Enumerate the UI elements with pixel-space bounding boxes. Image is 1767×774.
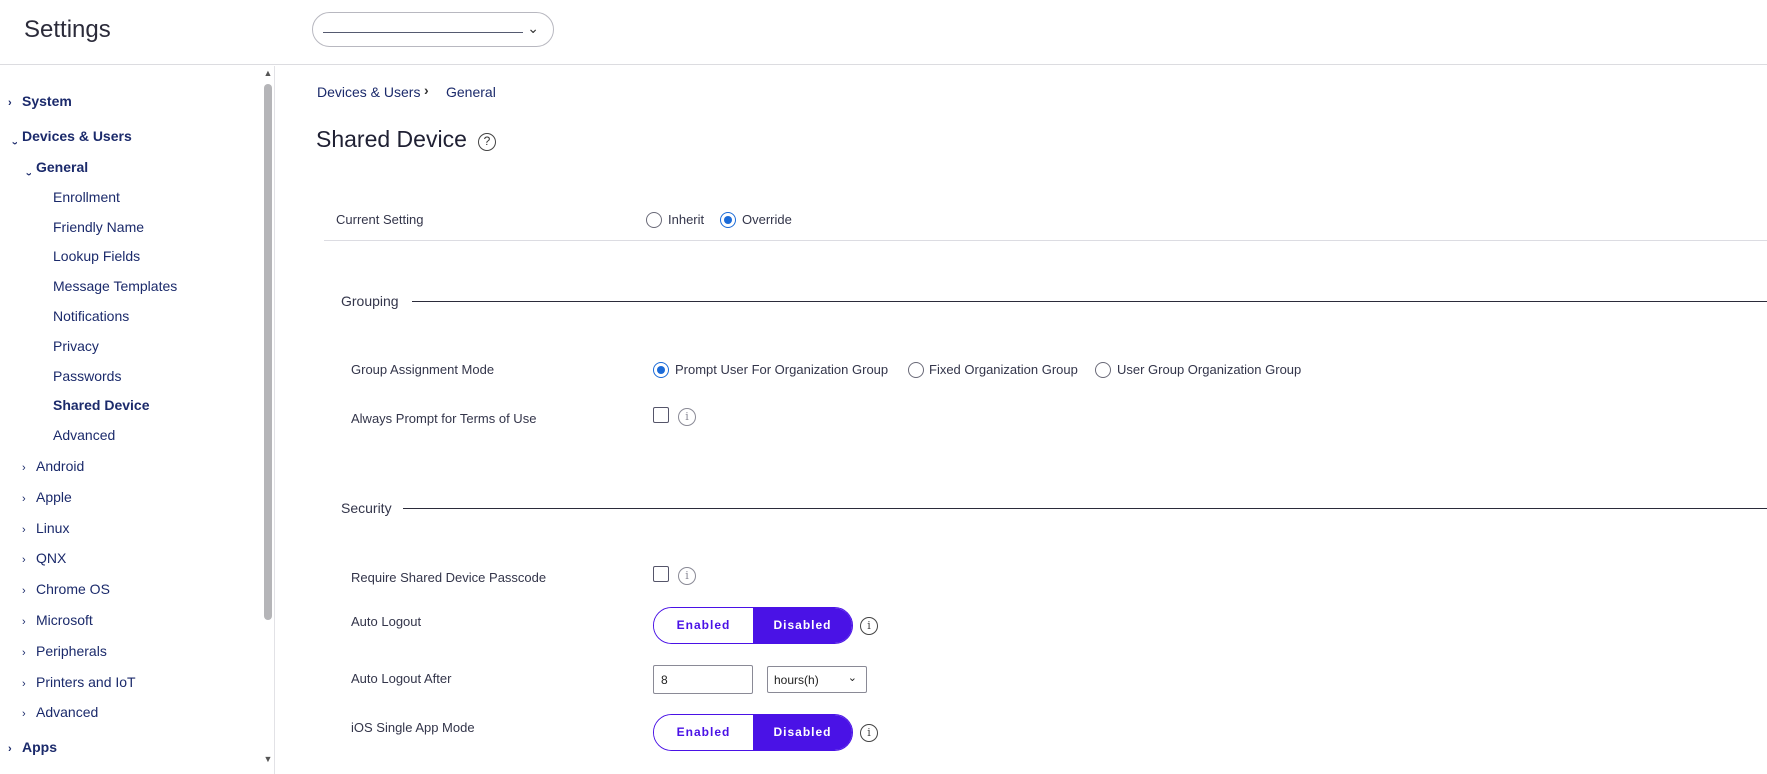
sidebar-item-devices-users[interactable]: ‹Devices & Users	[8, 128, 132, 145]
section-title-grouping: Grouping	[341, 293, 399, 309]
sidebar-item-lookup-fields[interactable]: Lookup Fields	[53, 248, 140, 264]
chevron-right-icon: ›	[22, 585, 26, 597]
chevron-down-icon: ‹	[23, 172, 35, 176]
page-title: Shared Device	[316, 126, 467, 152]
radio-fixed-org-group-label[interactable]: Fixed Organization Group	[929, 362, 1078, 377]
sidebar-item-advanced-group[interactable]: › Advanced	[22, 704, 98, 720]
chevron-right-icon: ›	[22, 524, 26, 536]
section-divider	[403, 508, 1767, 509]
scrollbar-thumb[interactable]	[264, 84, 272, 620]
radio-inherit[interactable]	[646, 212, 662, 228]
sidebar-item-printers-iot[interactable]: › Printers and IoT	[22, 674, 136, 690]
sidebar-item-privacy[interactable]: Privacy	[53, 338, 99, 354]
info-icon[interactable]: i	[860, 617, 878, 635]
sidebar-scrollbar[interactable]: ▲ ▼	[262, 66, 274, 774]
chevron-right-icon: ›	[22, 708, 26, 720]
require-passcode-checkbox[interactable]	[653, 566, 669, 582]
auto-logout-label: Auto Logout	[351, 614, 422, 629]
sidebar-item-peripherals[interactable]: › Peripherals	[22, 643, 107, 659]
sidebar-item-general[interactable]: ‹General	[22, 159, 88, 176]
radio-fixed-org-group[interactable]	[908, 362, 924, 378]
info-icon[interactable]: i	[678, 567, 696, 585]
sidebar-item-system[interactable]: › System	[8, 93, 72, 109]
sidebar-item-qnx[interactable]: › QNX	[22, 550, 66, 566]
always-prompt-terms-checkbox[interactable]	[653, 407, 669, 423]
chevron-right-icon: ›	[22, 647, 26, 659]
chevron-right-icon: ›	[8, 97, 12, 109]
ios-single-app-enabled-option[interactable]: Enabled	[654, 715, 753, 750]
chevron-down-icon: ‹	[9, 141, 21, 145]
sidebar-item-notifications[interactable]: Notifications	[53, 308, 129, 324]
chevron-down-icon: ⌄	[527, 20, 539, 36]
info-icon[interactable]: i	[860, 724, 878, 742]
ios-single-app-disabled-option[interactable]: Disabled	[753, 715, 852, 750]
auto-logout-enabled-option[interactable]: Enabled	[654, 608, 753, 643]
breadcrumb-devices-users[interactable]: Devices & Users	[317, 84, 420, 100]
radio-prompt-user-org-group[interactable]	[653, 362, 669, 378]
settings-sidebar: › System ‹Devices & Users ‹General Enroll…	[0, 66, 275, 774]
sidebar-item-microsoft[interactable]: › Microsoft	[22, 612, 93, 628]
chevron-right-icon: ›	[8, 743, 12, 755]
radio-user-group-org-group-label[interactable]: User Group Organization Group	[1117, 362, 1301, 377]
sidebar-item-advanced[interactable]: Advanced	[53, 427, 115, 443]
help-icon[interactable]: ?	[478, 133, 496, 151]
info-icon[interactable]: i	[678, 408, 696, 426]
divider	[324, 240, 1767, 241]
chevron-down-icon: ⌄	[847, 672, 857, 684]
sidebar-item-android[interactable]: › Android	[22, 458, 84, 474]
ios-single-app-mode-label: iOS Single App Mode	[351, 720, 475, 735]
radio-prompt-user-org-group-label[interactable]: Prompt User For Organization Group	[675, 362, 888, 377]
sidebar-item-shared-device[interactable]: Shared Device	[53, 397, 150, 413]
radio-inherit-label[interactable]: Inherit	[668, 212, 704, 227]
always-prompt-terms-label: Always Prompt for Terms of Use	[351, 411, 537, 426]
app-title: Settings	[24, 16, 111, 43]
chevron-right-icon: ›	[22, 554, 26, 566]
sidebar-item-friendly-name[interactable]: Friendly Name	[53, 219, 144, 235]
breadcrumb-general[interactable]: General	[446, 84, 496, 100]
current-setting-label: Current Setting	[336, 212, 424, 227]
top-header: Settings ⌄	[0, 0, 1767, 65]
radio-override[interactable]	[720, 212, 736, 228]
scroll-up-arrow-icon[interactable]: ▲	[262, 68, 274, 78]
chevron-right-icon: ›	[22, 678, 26, 690]
chevron-right-icon: ›	[22, 493, 26, 505]
section-divider	[412, 301, 1767, 302]
radio-user-group-org-group[interactable]	[1095, 362, 1111, 378]
sidebar-item-apps[interactable]: › Apps	[8, 739, 57, 755]
auto-logout-unit-value: hours(h)	[774, 673, 819, 687]
chevron-right-icon: ›	[22, 462, 26, 474]
organization-group-selector[interactable]: ⌄	[312, 12, 554, 47]
section-title-security: Security	[341, 500, 392, 516]
sidebar-item-message-templates[interactable]: Message Templates	[53, 278, 177, 294]
radio-override-label[interactable]: Override	[742, 212, 792, 227]
sidebar-item-linux[interactable]: › Linux	[22, 520, 69, 536]
main-content: Devices & Users › General Shared Device …	[276, 66, 1767, 774]
auto-logout-toggle[interactable]: Enabled Disabled	[653, 607, 853, 644]
scroll-down-arrow-icon[interactable]: ▼	[262, 754, 274, 764]
sidebar-item-passwords[interactable]: Passwords	[53, 368, 121, 384]
auto-logout-after-label: Auto Logout After	[351, 671, 452, 686]
breadcrumb-separator-icon: ›	[424, 82, 429, 98]
sidebar-item-apple[interactable]: › Apple	[22, 489, 72, 505]
org-selector-value	[323, 32, 523, 33]
require-passcode-label: Require Shared Device Passcode	[351, 570, 547, 585]
sidebar-item-chrome-os[interactable]: › Chrome OS	[22, 581, 110, 597]
group-assignment-mode-label: Group Assignment Mode	[351, 362, 495, 377]
auto-logout-disabled-option[interactable]: Disabled	[753, 608, 852, 643]
ios-single-app-mode-toggle[interactable]: Enabled Disabled	[653, 714, 853, 751]
sidebar-item-enrollment[interactable]: Enrollment	[53, 189, 120, 205]
chevron-right-icon: ›	[22, 616, 26, 628]
auto-logout-after-input[interactable]	[653, 665, 753, 694]
auto-logout-unit-select[interactable]: hours(h) ⌄	[767, 666, 867, 693]
